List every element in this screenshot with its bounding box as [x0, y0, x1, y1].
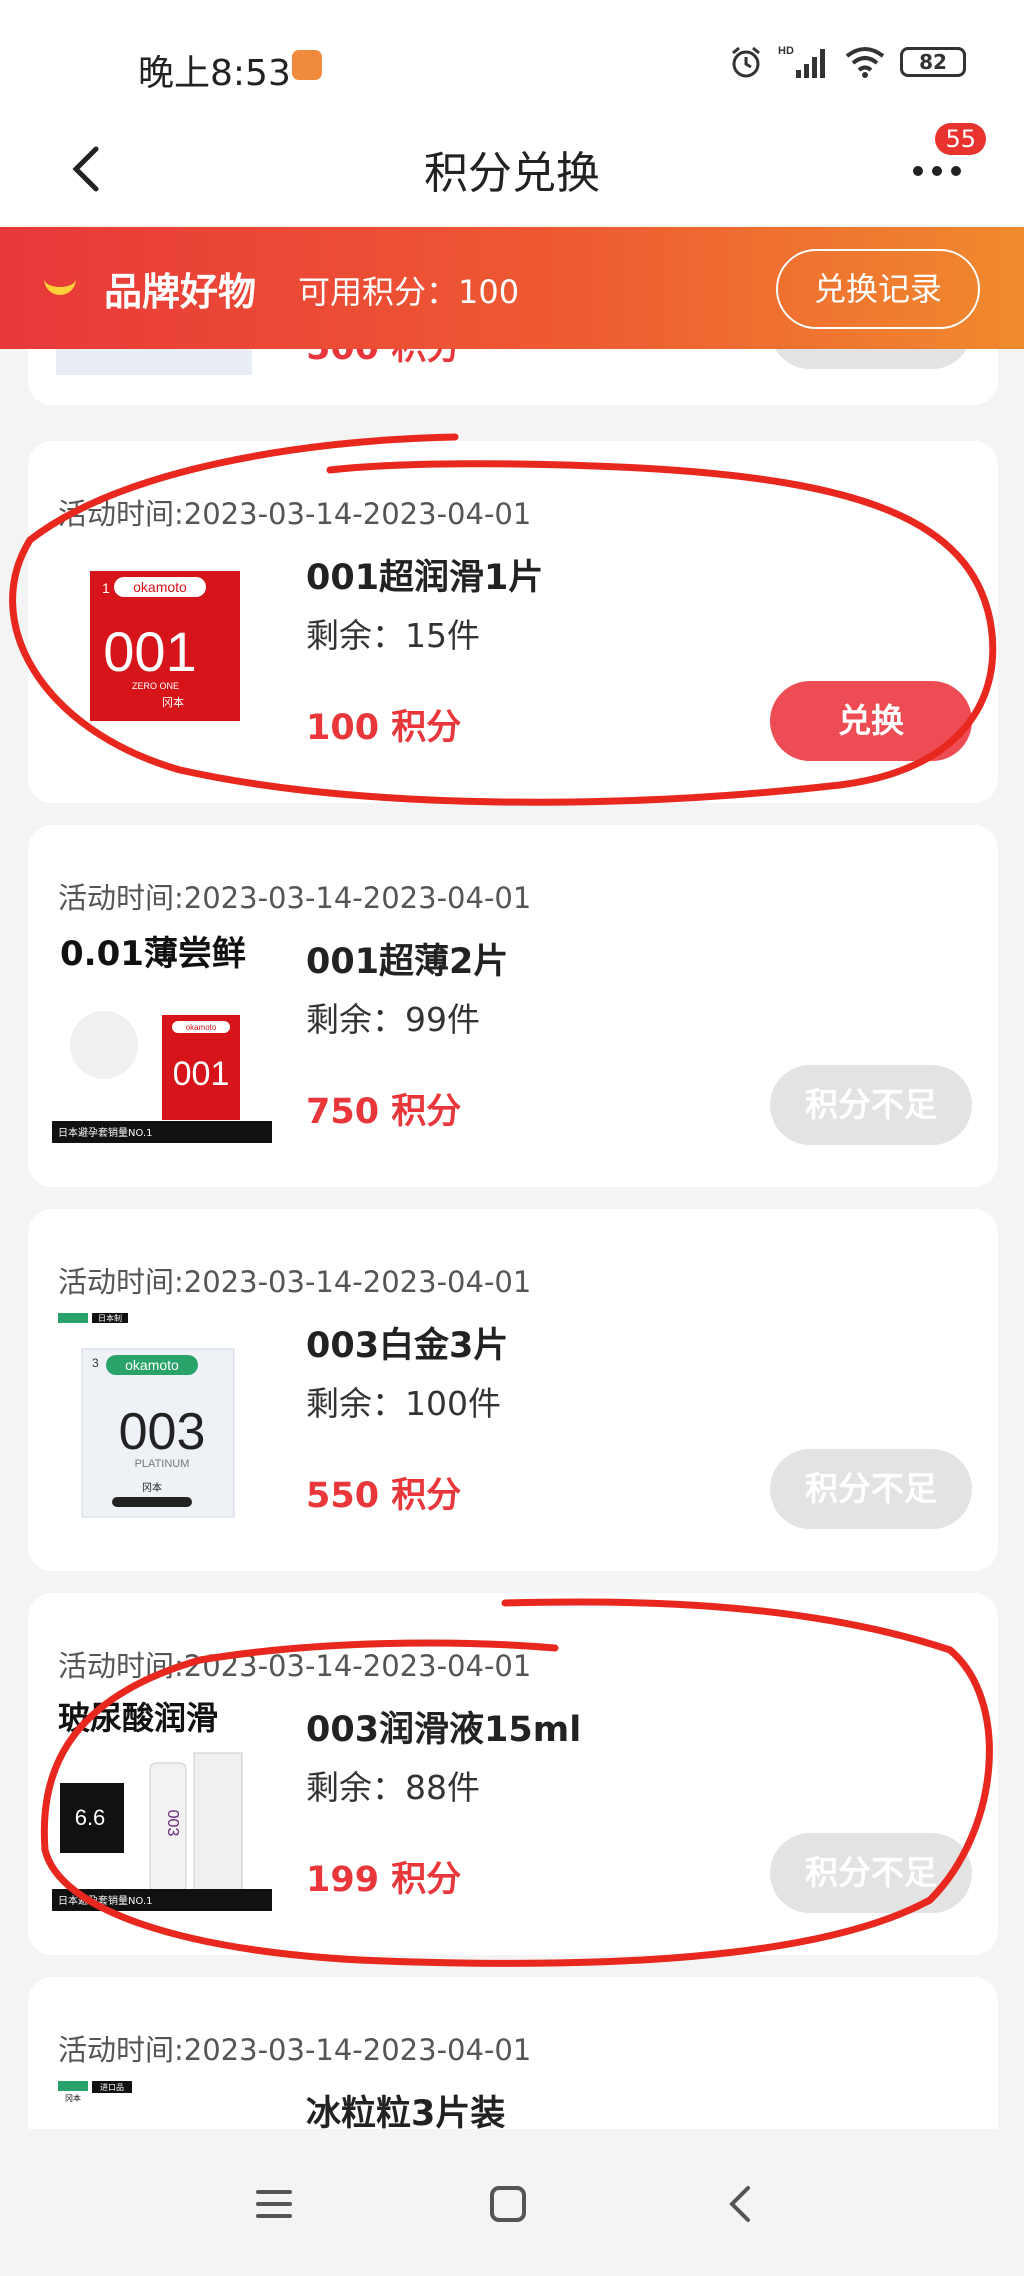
thumb-brand: okamoto: [186, 1023, 217, 1032]
thumb-maker: 冈本: [65, 2093, 81, 2103]
thumb-sub: PLATINUM: [135, 1458, 190, 1470]
product-card: 活动时间:2023-03-14-2023-04-01 玻尿酸润滑 6.6 003…: [28, 1593, 998, 1955]
status-bar: 晚上8:53 HD 82: [0, 0, 1024, 125]
thumb-headline: 玻尿酸润滑: [58, 1699, 218, 1737]
product-card: 活动时间:2023-03-14-2023-04-01 冈本 进口品 冰粒粒3片装: [28, 1977, 998, 2129]
thumb-count: 1: [102, 580, 110, 596]
product-card: 活动时间:2023-03-14-2023-04-01 0.01薄尝鲜 okamo…: [28, 825, 998, 1187]
insufficient-points-button: 积分不足: [770, 1833, 972, 1913]
product-price: 100 积分: [306, 708, 462, 748]
product-price: 199 积分: [306, 1860, 462, 1900]
product-list[interactable]: 500 积分 活动时间:2023-03-14-2023-04-01 1 okam…: [0, 349, 1024, 2129]
system-nav-bar: [0, 2136, 1024, 2276]
app-notification-icon: [292, 50, 322, 80]
exchange-button[interactable]: 兑换: [770, 681, 972, 761]
battery-indicator: 82: [900, 47, 966, 77]
activity-period: 活动时间:2023-03-14-2023-04-01: [58, 1649, 532, 1683]
signal-icon: HD: [778, 45, 825, 78]
thumb-tag: 进口品: [100, 2083, 124, 2092]
thumb-brand: okamoto: [133, 579, 187, 595]
product-thumbnail: 日本制 3 okamoto 003 PLATINUM 冈本: [58, 1313, 235, 1518]
menu-icon[interactable]: [244, 2174, 304, 2234]
brand-banner: 品牌好物 可用积分：100 兑换记录: [0, 227, 1024, 349]
brand-title: 品牌好物: [104, 270, 257, 314]
activity-period: 活动时间:2023-03-14-2023-04-01: [58, 1265, 532, 1299]
product-stock: 剩余：15件: [306, 616, 480, 655]
message-count-badge: 55: [935, 123, 986, 155]
activity-period: 活动时间:2023-03-14-2023-04-01: [58, 2033, 532, 2067]
thumb-number: 001: [103, 620, 196, 683]
thumb-maker: 冈本: [142, 1481, 162, 1494]
thumb-tag: 日本制: [98, 1313, 122, 1323]
insufficient-points-button: [770, 349, 972, 369]
exchange-history-button[interactable]: 兑换记录: [776, 249, 980, 329]
product-name: 003白金3片: [306, 1326, 509, 1366]
product-name: 003润滑液15ml: [306, 1710, 582, 1750]
product-card-partial: 500 积分: [28, 349, 998, 405]
product-name: 冰粒粒3片装: [306, 2094, 506, 2129]
activity-period: 活动时间:2023-03-14-2023-04-01: [58, 497, 532, 531]
product-thumbnail: [56, 349, 252, 375]
product-name: 001超薄2片: [306, 942, 509, 982]
wifi-icon: [845, 47, 885, 78]
thumb-number: 001: [173, 1055, 230, 1093]
product-thumbnail: 玻尿酸润滑 6.6 003 日本避孕套销量NO.1: [52, 1695, 272, 1911]
product-stock: 剩余：88件: [306, 1768, 480, 1807]
product-stock: 剩余：99件: [306, 1000, 480, 1039]
insufficient-points-button: 积分不足: [770, 1449, 972, 1529]
back-triangle-icon[interactable]: [712, 2174, 772, 2234]
thumb-number: 003: [119, 1403, 206, 1461]
alarm-icon: [732, 46, 760, 78]
thumb-footer: 日本避孕套销量NO.1: [58, 1894, 153, 1907]
product-card: 活动时间:2023-03-14-2023-04-01 日本制 3 okamoto…: [28, 1209, 998, 1571]
thumb-sub: ZERO ONE: [132, 681, 179, 691]
activity-period: 活动时间:2023-03-14-2023-04-01: [58, 881, 532, 915]
page-title: 积分兑换: [424, 148, 600, 199]
product-name: 001超润滑1片: [306, 558, 544, 598]
available-points: 可用积分：100: [298, 273, 520, 311]
thumb-price-tag: 6.6: [75, 1805, 106, 1830]
smile-logo-icon: [44, 277, 76, 295]
product-thumbnail: 1 okamoto 001 ZERO ONE 冈本: [90, 571, 240, 721]
thumb-number: 003: [164, 1810, 181, 1837]
thumb-footer: 日本避孕套销量NO.1: [58, 1126, 153, 1139]
thumb-brand: okamoto: [125, 1357, 179, 1373]
insufficient-points-button: 积分不足: [770, 1065, 972, 1145]
product-thumbnail: 冈本 进口品: [58, 2081, 132, 2103]
status-time: 晚上8:53: [138, 53, 291, 94]
product-price: 550 积分: [306, 1476, 462, 1516]
thumb-count: 3: [92, 1356, 99, 1370]
product-price: 750 积分: [306, 1092, 462, 1132]
product-stock: 剩余：100件: [306, 1384, 501, 1423]
status-icons: HD 82: [728, 44, 966, 80]
product-price: 500 积分: [306, 349, 461, 370]
nav-bar: 积分兑换 55: [0, 123, 1024, 225]
home-square-icon[interactable]: [478, 2174, 538, 2234]
product-card: 活动时间:2023-03-14-2023-04-01 1 okamoto 001…: [28, 441, 998, 803]
thumb-headline: 0.01薄尝鲜: [60, 934, 246, 974]
product-thumbnail: 0.01薄尝鲜 okamoto 001 日本避孕套销量NO.1: [52, 927, 272, 1143]
network-type-label: HD: [778, 45, 794, 57]
thumb-maker: 冈本: [162, 695, 184, 709]
